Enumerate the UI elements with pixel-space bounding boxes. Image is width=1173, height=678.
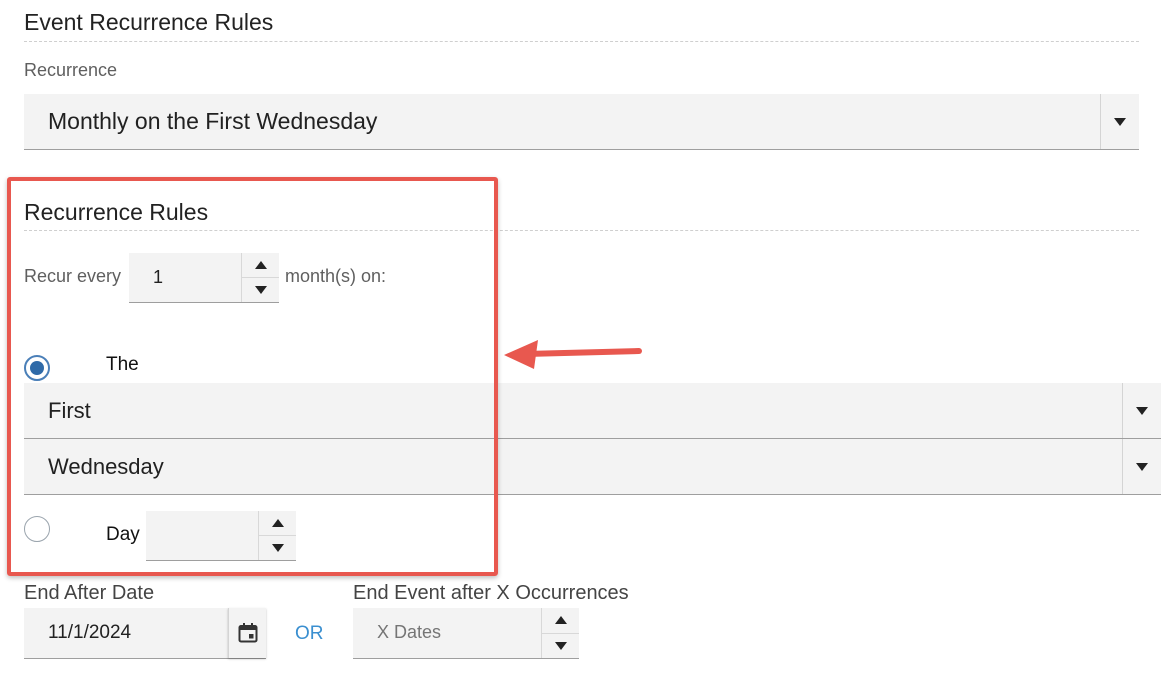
- occurrences-input[interactable]: [353, 608, 539, 657]
- recurrence-select[interactable]: Monthly on the First Wednesday: [24, 94, 1139, 150]
- or-link[interactable]: OR: [295, 623, 324, 645]
- increment-button[interactable]: [542, 608, 579, 634]
- occurrences-label: End Event after X Occurrences: [353, 582, 629, 604]
- recurrence-selected-value: Monthly on the First Wednesday: [48, 108, 378, 134]
- end-date-value: 11/1/2024: [48, 622, 132, 643]
- recurrence-dropdown-button[interactable]: [1100, 94, 1139, 149]
- arrow-annotation-icon: [504, 340, 642, 369]
- weekday-dropdown-button[interactable]: [1122, 439, 1161, 494]
- chevron-down-icon: [1136, 462, 1148, 471]
- chevron-down-icon: [1136, 406, 1148, 415]
- spinner-up-icon: [554, 616, 567, 625]
- end-date-input[interactable]: 11/1/2024: [24, 608, 266, 659]
- decrement-button[interactable]: [542, 634, 579, 659]
- spinner-down-icon: [554, 641, 567, 650]
- section-divider: [24, 41, 1139, 42]
- recurrence-label: Recurrence: [24, 60, 118, 80]
- section-title-event-recurrence: Event Recurrence Rules: [24, 9, 274, 35]
- ordinal-dropdown-button[interactable]: [1122, 383, 1161, 438]
- calendar-button[interactable]: [228, 608, 266, 658]
- chevron-down-icon: [1114, 117, 1126, 126]
- occurrences-stepper[interactable]: [353, 608, 579, 659]
- calendar-icon: [238, 623, 257, 643]
- highlight-box: [7, 177, 498, 576]
- end-after-date-label: End After Date: [24, 582, 155, 604]
- occurrences-spinner: [541, 608, 579, 658]
